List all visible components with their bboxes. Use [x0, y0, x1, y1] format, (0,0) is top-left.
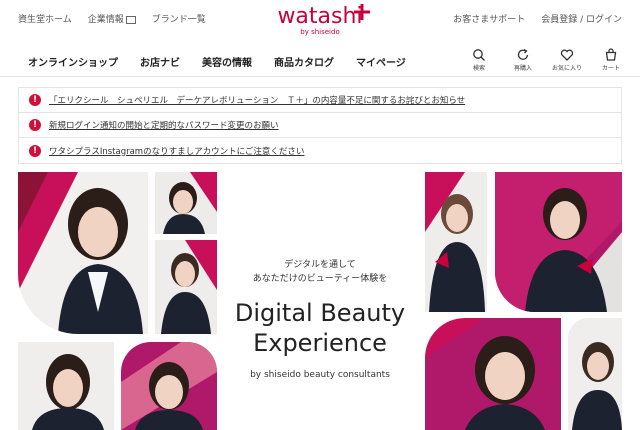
hero-byline: by shiseido beauty consultants: [250, 370, 390, 380]
consultant-photo: [425, 318, 561, 430]
nav-utility-icons: 検索 再購入 お気に入り カート: [464, 48, 626, 72]
logo-plus-icon: [354, 4, 370, 20]
consultant-photo: [425, 172, 487, 312]
top-bar: 資生堂ホーム 企業情報 ブランド一覧 watashi by shiseido お…: [0, 0, 640, 46]
corporate-info-link[interactable]: 企業情報: [88, 12, 136, 25]
alert-icon: !: [29, 119, 41, 131]
notice-item[interactable]: ! ワタシプラスInstagramのなりすましアカウントにご注意ください: [19, 138, 621, 163]
shiseido-home-link[interactable]: 資生堂ホーム: [18, 12, 72, 25]
account-links: お客さまサポート 会員登録 / ログイン: [453, 12, 622, 25]
consultant-photo: [495, 172, 622, 312]
heart-icon: [560, 49, 574, 61]
repurchase-button[interactable]: 再購入: [508, 48, 538, 72]
consultant-photo: [18, 172, 148, 334]
hero-tagline-2: あなただけのビューティー体験を: [252, 274, 388, 284]
register-login-link[interactable]: 会員登録 / ログイン: [541, 12, 622, 25]
consultant-photo: [155, 240, 217, 334]
notice-text: 「エリクシール シュペリエル デーケアレボリューション Ｔ＋」の内容量不足に関す…: [49, 96, 466, 106]
cart-button[interactable]: カート: [596, 48, 626, 72]
notice-item[interactable]: ! 「エリクシール シュペリエル デーケアレボリューション Ｔ＋」の内容量不足に…: [19, 88, 621, 113]
cart-label: カート: [601, 65, 620, 72]
search-icon: [473, 49, 485, 61]
cart-icon: [605, 48, 617, 61]
alert-icon: !: [29, 94, 41, 106]
customer-support-link[interactable]: お客さまサポート: [453, 12, 525, 25]
alert-icon: !: [29, 144, 41, 157]
corporate-links: 資生堂ホーム 企業情報 ブランド一覧: [18, 12, 206, 25]
notice-list: ! 「エリクシール シュペリエル デーケアレボリューション Ｔ＋」の内容量不足に…: [18, 87, 622, 164]
main-nav: オンラインショップ お店ナビ 美容の情報 商品カタログ マイページ 検索 再購入…: [0, 46, 640, 77]
notice-item[interactable]: ! 新規ログイン通知の開始と定期的なパスワード変更のお願い: [19, 113, 621, 138]
refresh-icon: [517, 48, 529, 60]
nav-item-store-navi[interactable]: お店ナビ: [140, 54, 180, 69]
nav-menu: オンラインショップ お店ナビ 美容の情報 商品カタログ マイページ: [28, 54, 406, 69]
hero-title-line-1: Digital Beauty: [234, 299, 406, 327]
consultant-photo: [121, 342, 217, 430]
repurchase-label: 再購入: [513, 65, 532, 72]
watashi-logo[interactable]: watashi by shiseido: [270, 4, 370, 44]
nav-item-product-catalog[interactable]: 商品カタログ: [274, 54, 334, 69]
corporate-info-label: 企業情報: [87, 15, 124, 25]
search-button[interactable]: 検索: [464, 48, 494, 72]
nav-item-online-shop[interactable]: オンラインショップ: [28, 54, 118, 69]
external-link-icon: [125, 15, 136, 24]
notice-text: 新規ログイン通知の開始と定期的なパスワード変更のお願い: [49, 121, 279, 131]
hero-title-line-2: Experience: [253, 329, 387, 357]
hero-tagline-1: デジタルを通して: [284, 260, 356, 270]
favorites-button[interactable]: お気に入り: [552, 48, 582, 72]
notice-text: ワタシプラスInstagramのなりすましアカウントにご注意ください: [49, 146, 305, 157]
favorites-label: お気に入り: [552, 65, 583, 72]
nav-item-beauty-info[interactable]: 美容の情報: [202, 54, 252, 69]
consultant-photo: [155, 172, 217, 234]
consultant-photo: [18, 342, 114, 430]
brand-list-link[interactable]: ブランド一覧: [152, 12, 206, 25]
consultant-photo: [568, 318, 622, 430]
nav-item-my-page[interactable]: マイページ: [356, 54, 406, 69]
search-label: 検索: [472, 65, 485, 72]
hero-copy: デジタルを通して あなただけのビューティー体験を Digital Beauty …: [230, 258, 410, 380]
